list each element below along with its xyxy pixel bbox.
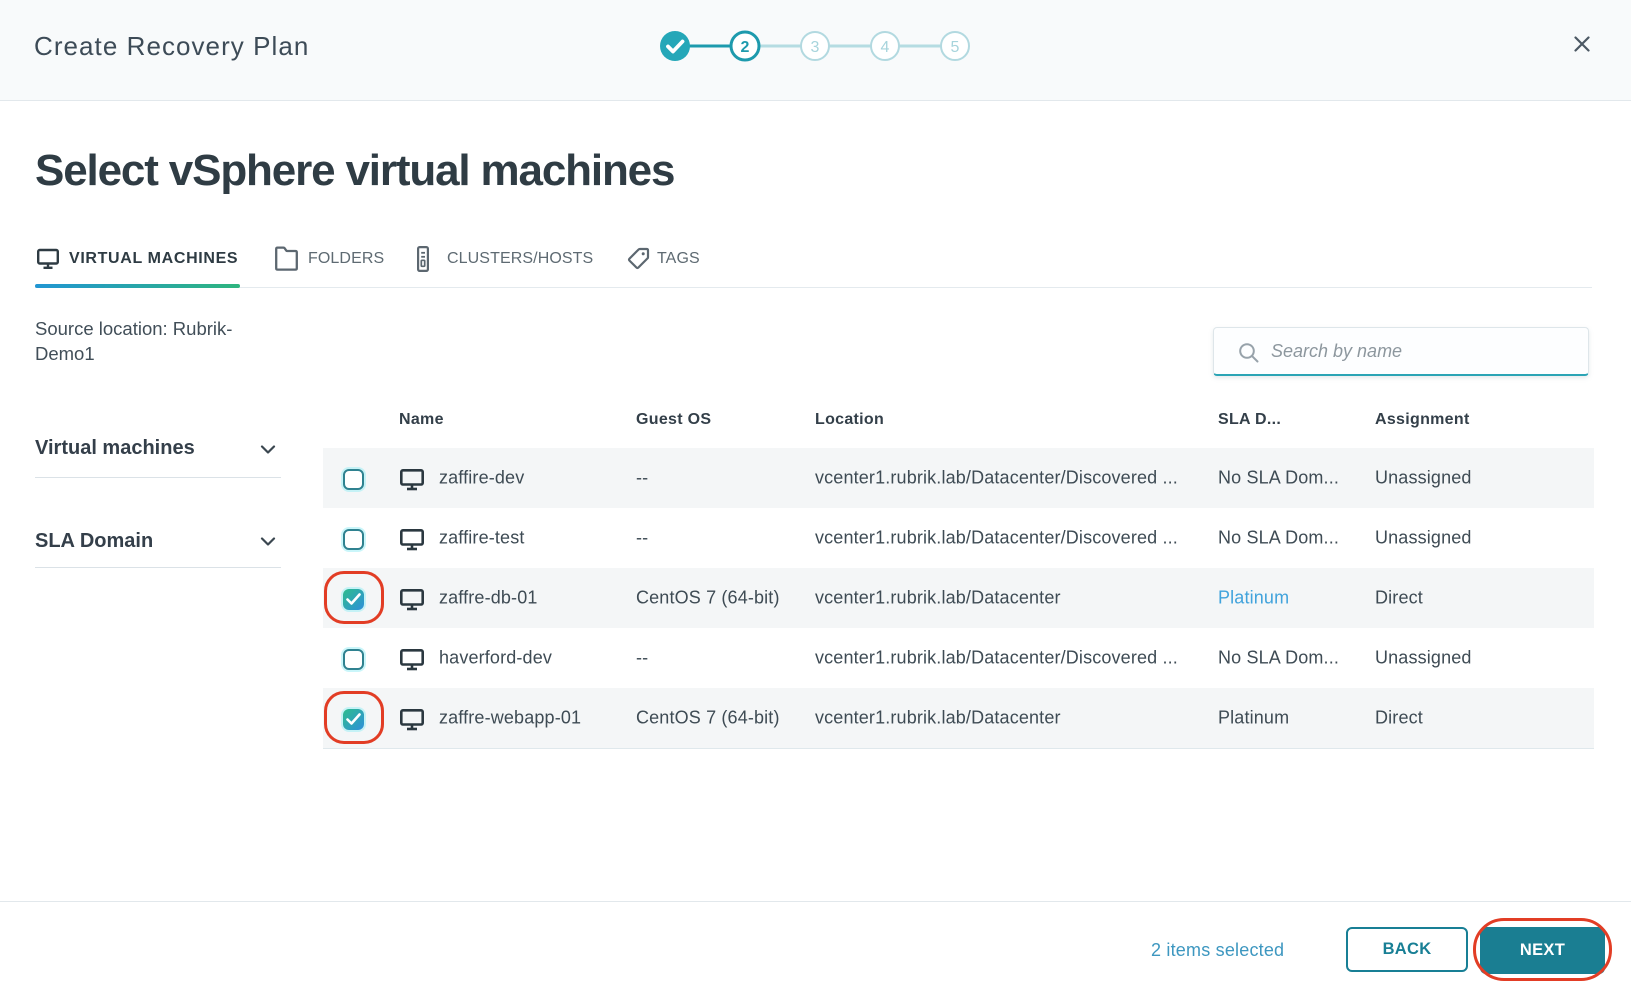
svg-text:3: 3 — [811, 39, 820, 56]
svg-text:4: 4 — [881, 39, 890, 56]
svg-text:2: 2 — [741, 39, 750, 56]
svg-text:5: 5 — [951, 39, 960, 56]
